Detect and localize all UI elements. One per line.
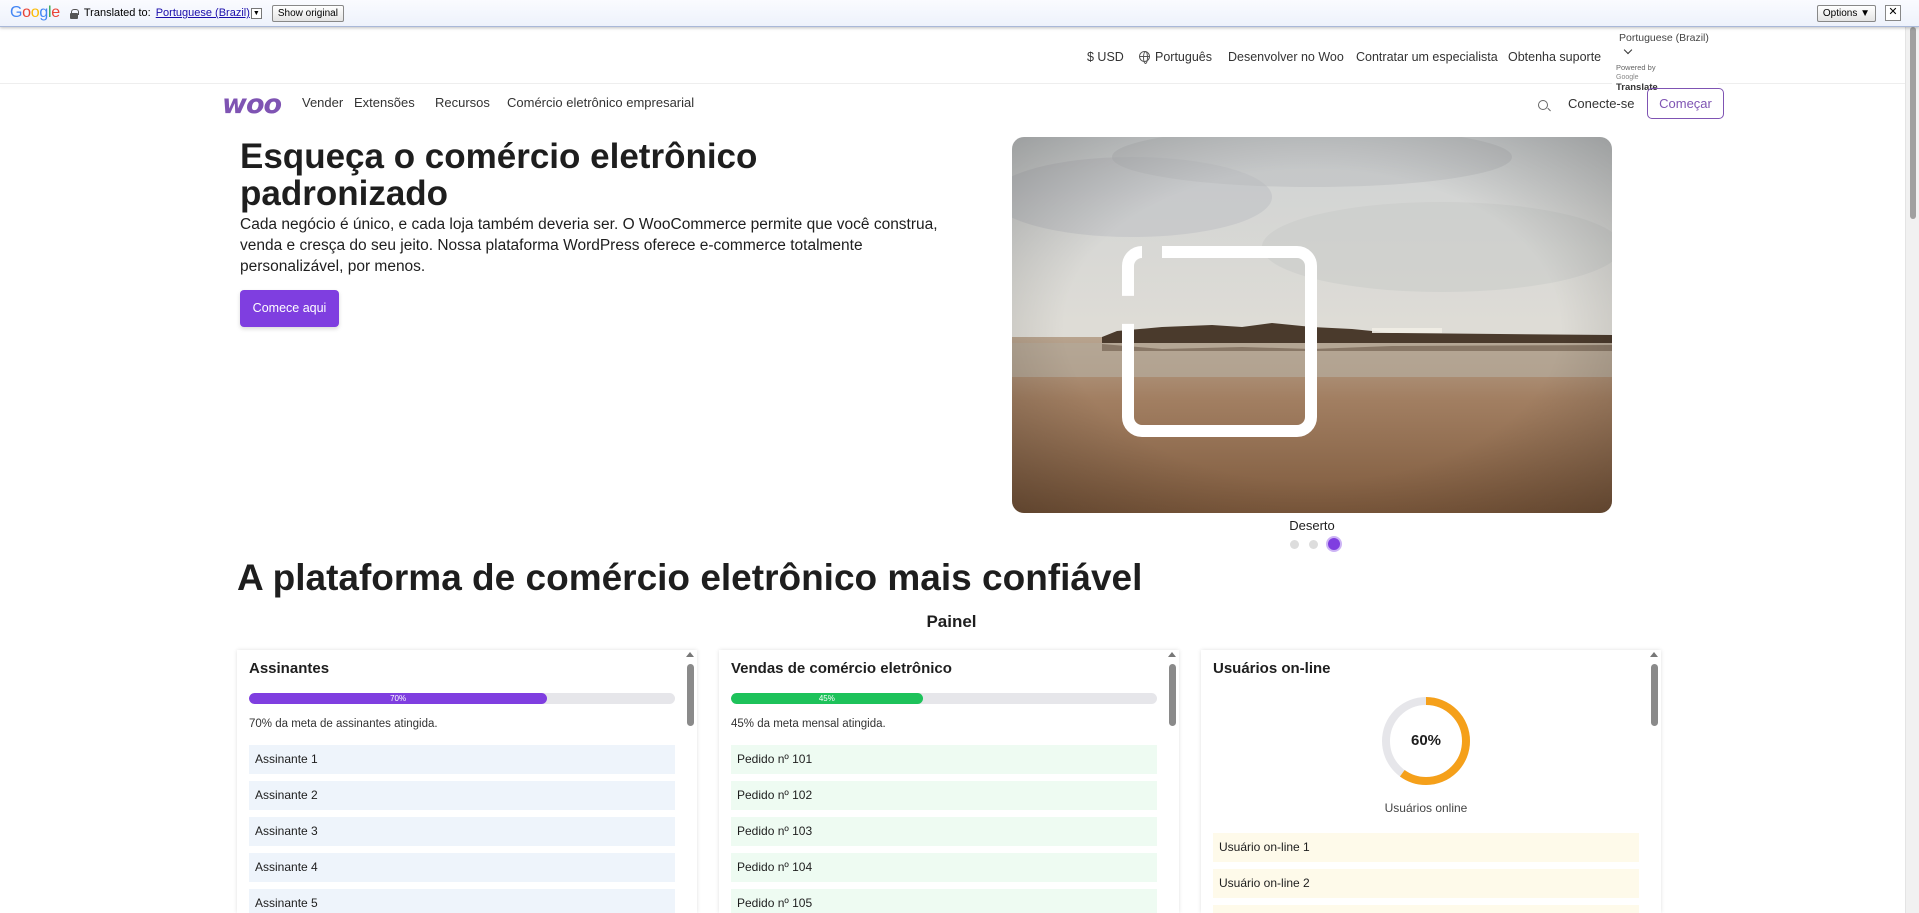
google-label: Google — [1616, 74, 1639, 81]
translate-language-value: Portuguese (Brazil) — [1619, 32, 1709, 44]
card-scrollbar-thumb[interactable] — [687, 664, 694, 726]
donut-chart: 60% — [1213, 695, 1639, 787]
google-translate-bar: Google Translated to: Portuguese (Brazil… — [0, 0, 1919, 27]
card-scrollbar-thumb[interactable] — [1651, 664, 1658, 726]
nav-link-extensions[interactable]: Extensões — [354, 95, 415, 110]
list-item[interactable]: Pedido nº 103 — [731, 817, 1157, 846]
nav-link-resources[interactable]: Recursos — [435, 95, 490, 110]
slide-caption: Deserto — [1289, 518, 1335, 533]
carousel-dot-3-active[interactable] — [1326, 536, 1342, 552]
scroll-up-icon[interactable] — [686, 652, 694, 657]
list-item[interactable]: Usuário on-line 1 — [1213, 833, 1639, 862]
translate-language-select[interactable]: Portuguese (Brazil) — [1612, 31, 1718, 59]
donut-caption: Usuários online — [1384, 801, 1468, 815]
progress-bar: 45% — [731, 693, 1157, 704]
show-original-button[interactable]: Show original — [271, 4, 344, 22]
card-scrollbar[interactable] — [683, 650, 697, 913]
hero-cta-button[interactable]: Comece aqui — [240, 290, 339, 327]
progress-bar: 70% — [249, 693, 675, 704]
close-icon[interactable]: ✕ — [1885, 5, 1901, 21]
search-icon[interactable] — [1538, 100, 1548, 110]
list-item[interactable]: Assinante 1 — [249, 745, 675, 774]
currency-selector[interactable]: $ USD — [1087, 50, 1124, 64]
order-list: Pedido nº 101 Pedido nº 102 Pedido nº 10… — [731, 745, 1157, 913]
sales-card: Vendas de comércio eletrônico 45% 45% da… — [719, 650, 1179, 913]
subscribers-card: Assinantes 70% 70% da meta de assinantes… — [237, 650, 697, 913]
language-label: Português — [1155, 50, 1212, 64]
card-scrollbar[interactable] — [1165, 650, 1179, 913]
subscriber-list: Assinante 1 Assinante 2 Assinante 3 Assi… — [249, 745, 675, 913]
page: Google Translated to: Portuguese (Brazil… — [0, 0, 1919, 913]
page-scrollbar[interactable] — [1905, 27, 1919, 913]
hero-description: Cada negócio é único, e cada loja também… — [240, 216, 938, 275]
google-translate-widget: Portuguese (Brazil) Powered by Google Tr… — [1612, 31, 1718, 93]
progress-fill: 70% — [249, 693, 548, 704]
carousel-dot-2[interactable] — [1309, 540, 1318, 549]
language-dropdown-icon[interactable]: ▼ — [250, 7, 262, 19]
support-link[interactable]: Obtenha suporte — [1508, 50, 1601, 64]
scroll-up-icon[interactable] — [1650, 652, 1658, 657]
list-item[interactable]: Pedido nº 104 — [731, 853, 1157, 882]
list-item[interactable]: Pedido nº 102 — [731, 781, 1157, 810]
donut-value: 60% — [1410, 732, 1442, 749]
list-item[interactable]: Usuário on-line 2 — [1213, 869, 1639, 898]
card-title: Usuários on-line — [1213, 660, 1331, 677]
hero-slide-image — [1012, 137, 1612, 513]
card-title: Assinantes — [249, 660, 330, 677]
list-item[interactable]: Assinante 5 — [249, 889, 675, 913]
card-scrollbar-thumb[interactable] — [1169, 664, 1176, 726]
hire-expert-link[interactable]: Contratar um especialista — [1356, 50, 1498, 64]
online-users-card: Usuários on-line 60% Usuários online Usu… — [1201, 650, 1661, 913]
develop-link[interactable]: Desenvolver no Woo — [1228, 50, 1344, 64]
card-title: Vendas de comércio eletrônico — [731, 660, 952, 677]
card-scrollbar[interactable] — [1647, 650, 1661, 913]
translate-language-link[interactable]: Portuguese (Brazil) — [156, 7, 250, 19]
list-item[interactable]: Assinante 3 — [249, 817, 675, 846]
online-user-list: Usuário on-line 1 Usuário on-line 2 Usuá… — [1213, 833, 1639, 913]
progress-note: 45% da meta mensal atingida. — [731, 718, 886, 730]
lock-icon — [69, 8, 79, 19]
start-button[interactable]: Começar — [1647, 88, 1724, 119]
powered-by-label: Powered by — [1616, 63, 1656, 72]
carousel-dots — [1288, 536, 1348, 552]
hero-title: Esqueça o comércio eletrônico padronizad… — [240, 137, 758, 213]
translated-to-label: Translated to: — [83, 7, 151, 19]
progress-fill: 45% — [731, 693, 923, 704]
desert-photo — [1012, 137, 1612, 513]
list-item[interactable]: Pedido nº 105 — [731, 889, 1157, 913]
language-selector[interactable]: Português — [1139, 50, 1212, 64]
progress-note: 70% da meta de assinantes atingida. — [249, 718, 438, 730]
panel-label: Painel — [926, 612, 977, 631]
google-logo: Google — [10, 4, 60, 21]
page-scrollbar-thumb[interactable] — [1910, 27, 1916, 219]
section-title: A plataforma de comércio eletrônico mais… — [237, 557, 1143, 598]
login-link[interactable]: Conecte-se — [1568, 96, 1634, 111]
list-item[interactable]: Usuário on-line 3 — [1213, 905, 1639, 913]
nav-link-enterprise[interactable]: Comércio eletrônico empresarial — [507, 95, 694, 110]
nav-link-sell[interactable]: Vender — [302, 95, 343, 110]
scroll-up-icon[interactable] — [1168, 652, 1176, 657]
globe-icon — [1139, 51, 1150, 64]
list-item[interactable]: Assinante 4 — [249, 853, 675, 882]
utility-bar: $ USD Português Desenvolver no Woo Contr… — [0, 27, 1905, 93]
options-button[interactable]: Options ▼ — [1816, 5, 1876, 22]
chevron-down-icon — [1623, 45, 1633, 55]
woo-logo[interactable]: woo — [222, 89, 282, 120]
list-item[interactable]: Pedido nº 101 — [731, 745, 1157, 774]
carousel-dot-1[interactable] — [1290, 540, 1299, 549]
main-nav: woo Vender Extensões Recursos Comércio e… — [0, 85, 1905, 135]
list-item[interactable]: Assinante 2 — [249, 781, 675, 810]
